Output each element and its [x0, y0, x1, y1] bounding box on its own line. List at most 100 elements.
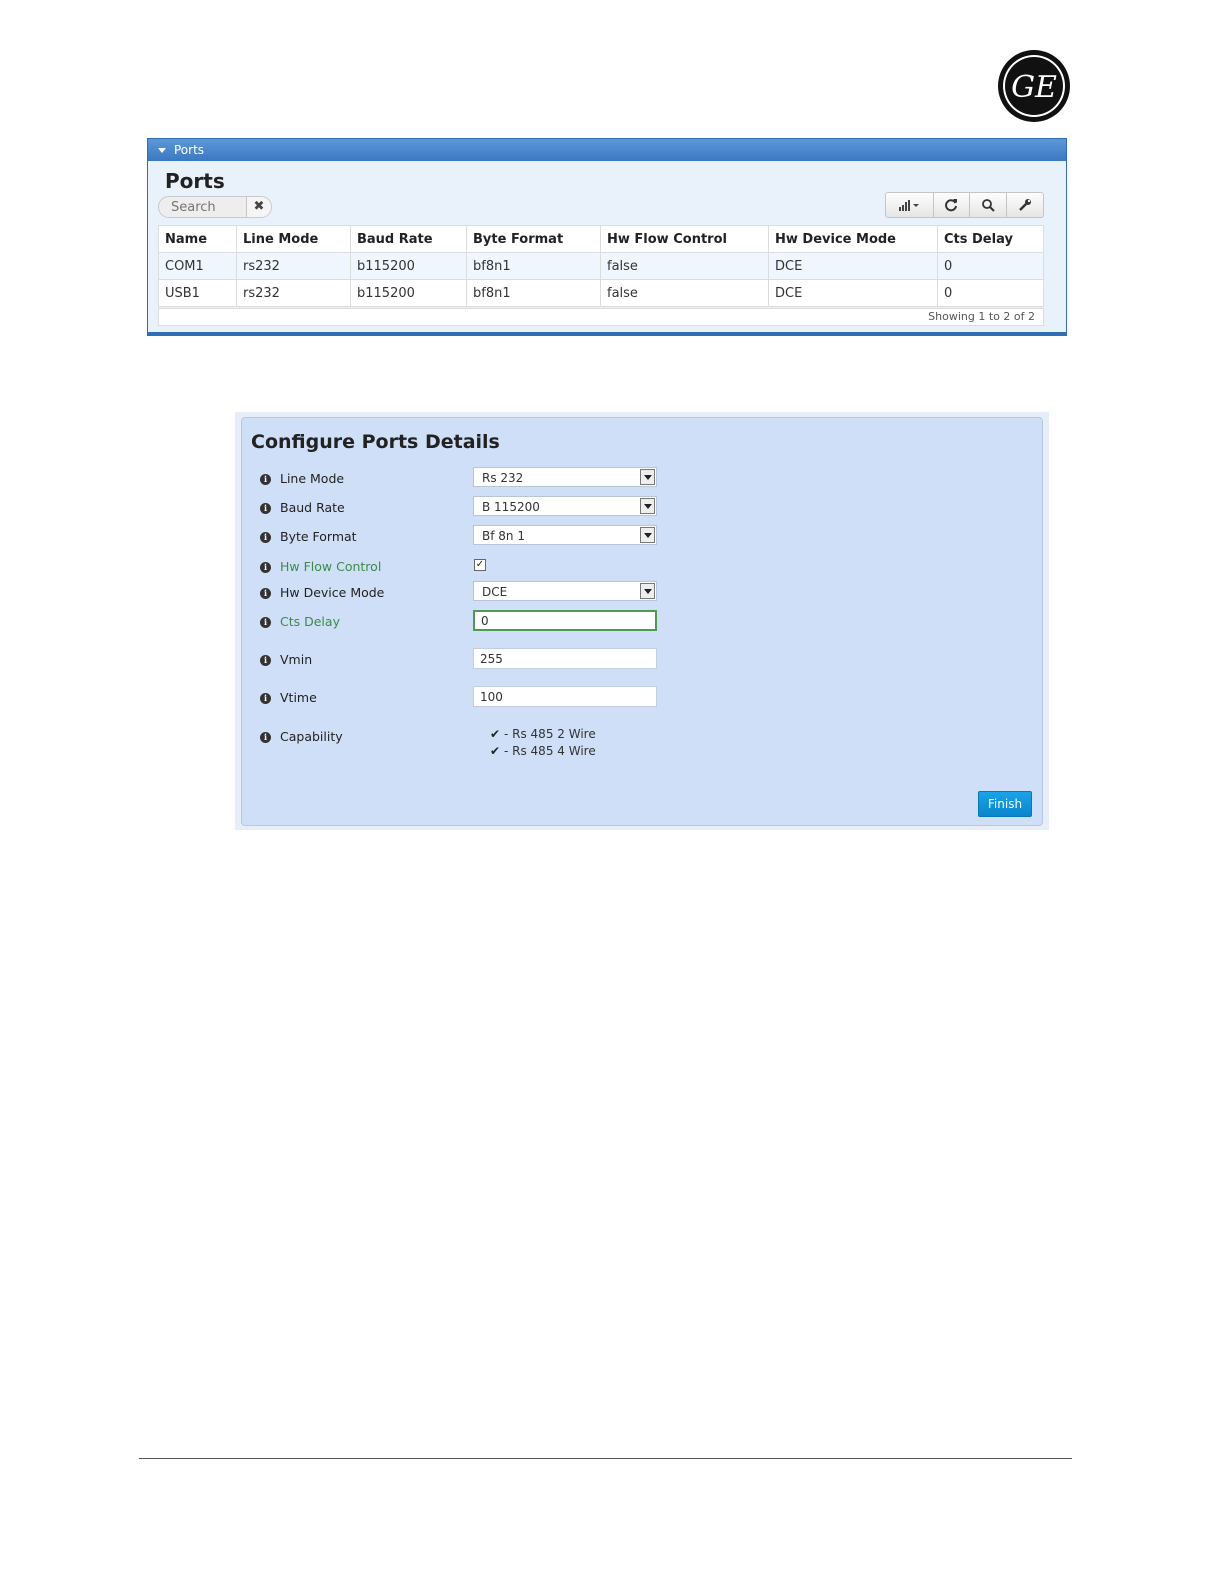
ge-logo-text: GE: [1011, 70, 1057, 105]
info-icon[interactable]: i: [260, 532, 271, 543]
dropdown-arrow-icon[interactable]: [640, 498, 655, 514]
field-label: Baud Rate: [280, 500, 345, 515]
table-cell: 0: [937, 252, 1044, 280]
dropdown-arrow-icon[interactable]: [640, 527, 655, 543]
field-byte-format: i Byte Format Bf 8n 1: [242, 525, 1042, 556]
column-header[interactable]: Line Mode: [236, 225, 351, 253]
field-label: Capability: [280, 729, 343, 744]
configure-ports-container: Configure Ports Details i Line Mode Rs 2…: [235, 412, 1049, 830]
table-cell: b115200: [350, 252, 467, 280]
table-row[interactable]: COM1 rs232 b115200 bf8n1 false DCE 0: [158, 252, 1044, 280]
field-label: Hw Device Mode: [280, 585, 385, 600]
ports-panel-header[interactable]: Ports: [148, 139, 1066, 161]
field-label: Line Mode: [280, 471, 345, 486]
table-toolbar: [885, 192, 1044, 218]
field-hw-device-mode: i Hw Device Mode DCE: [242, 581, 1042, 612]
table-cell: false: [600, 279, 769, 307]
column-header[interactable]: Hw Device Mode: [768, 225, 938, 253]
refresh-button[interactable]: [934, 193, 971, 217]
select-value: Rs 232: [482, 471, 524, 485]
settings-button[interactable]: [1007, 193, 1043, 217]
table-cell: USB1: [158, 279, 237, 307]
list-item: ✔ - Rs 485 4 Wire: [490, 743, 596, 760]
search-icon: [982, 199, 995, 212]
info-icon[interactable]: i: [260, 655, 271, 666]
dropdown-arrow-icon[interactable]: [640, 583, 655, 599]
info-icon[interactable]: i: [260, 588, 271, 599]
table-row[interactable]: USB1 rs232 b115200 bf8n1 false DCE 0: [158, 279, 1044, 307]
byte-format-select[interactable]: Bf 8n 1: [473, 525, 657, 545]
table-cell: bf8n1: [466, 252, 601, 280]
table-cell: bf8n1: [466, 279, 601, 307]
field-vmin: i Vmin: [242, 648, 1042, 679]
dropdown-arrow-icon[interactable]: [640, 469, 655, 485]
footer-divider: [139, 1458, 1072, 1459]
table-cell: rs232: [236, 252, 351, 280]
column-header[interactable]: Hw Flow Control: [600, 225, 769, 253]
ports-panel: Ports Ports ✖: [147, 138, 1067, 336]
field-label: Cts Delay: [280, 614, 340, 629]
column-header[interactable]: Byte Format: [466, 225, 601, 253]
info-icon[interactable]: i: [260, 617, 271, 628]
hw-flow-control-checkbox[interactable]: ✓: [474, 559, 486, 571]
info-icon[interactable]: i: [260, 732, 271, 743]
list-item: ✔ - Rs 485 2 Wire: [490, 726, 596, 743]
field-capability: i Capability ✔ - Rs 485 2 Wire ✔ - Rs 485 …: [242, 727, 1042, 758]
cts-delay-input[interactable]: [473, 610, 657, 631]
capability-list: ✔ - Rs 485 2 Wire ✔ - Rs 485 4 Wire: [490, 726, 596, 760]
columns-menu-button[interactable]: [886, 193, 934, 217]
vmin-input[interactable]: [473, 648, 657, 669]
panel-bottom-border: [147, 332, 1067, 336]
field-vtime: i Vtime: [242, 686, 1042, 717]
table-cell: DCE: [768, 252, 938, 280]
vtime-input[interactable]: [473, 686, 657, 707]
select-value: Bf 8n 1: [482, 529, 525, 543]
page-title: Ports: [165, 169, 225, 193]
select-value: B 115200: [482, 500, 540, 514]
table-cell: rs232: [236, 279, 351, 307]
refresh-icon: [945, 199, 958, 212]
field-cts-delay: i Cts Delay: [242, 610, 1042, 641]
capability-label: - Rs 485 4 Wire: [504, 744, 596, 758]
info-icon[interactable]: i: [260, 562, 271, 573]
field-label: Byte Format: [280, 529, 357, 544]
field-baud-rate: i Baud Rate B 115200: [242, 496, 1042, 527]
table-cell: COM1: [158, 252, 237, 280]
table-header-row: Name Line Mode Baud Rate Byte Format Hw …: [158, 225, 1044, 253]
field-label: Vmin: [280, 652, 313, 667]
field-label: Vtime: [280, 690, 317, 705]
table-cell: false: [600, 252, 769, 280]
pagination-info: Showing 1 to 2 of 2: [158, 308, 1044, 326]
configure-ports-form: Configure Ports Details i Line Mode Rs 2…: [241, 417, 1043, 826]
table-cell: DCE: [768, 279, 938, 307]
baud-rate-select[interactable]: B 115200: [473, 496, 657, 516]
select-value: DCE: [482, 585, 508, 599]
ge-logo: GE: [998, 50, 1070, 122]
info-icon[interactable]: i: [260, 503, 271, 514]
search-button[interactable]: [970, 193, 1008, 217]
clear-search-icon[interactable]: ✖: [246, 197, 271, 217]
field-line-mode: i Line Mode Rs 232: [242, 467, 1042, 498]
checkmark-icon: ✔: [490, 744, 501, 758]
search-box: ✖: [158, 196, 272, 218]
table-cell: b115200: [350, 279, 467, 307]
field-label: Hw Flow Control: [280, 559, 382, 574]
ports-header-label: Ports: [174, 143, 205, 157]
wrench-icon: [1019, 199, 1032, 211]
search-input[interactable]: [159, 197, 247, 217]
capability-label: - Rs 485 2 Wire: [504, 727, 596, 741]
column-header[interactable]: Cts Delay: [937, 225, 1044, 253]
column-header[interactable]: Name: [158, 225, 237, 253]
finish-button[interactable]: Finish: [978, 791, 1032, 817]
ports-table: Name Line Mode Baud Rate Byte Format Hw …: [158, 225, 1044, 307]
info-icon[interactable]: i: [260, 693, 271, 704]
line-mode-select[interactable]: Rs 232: [473, 467, 657, 487]
form-title: Configure Ports Details: [251, 431, 500, 453]
collapse-triangle-icon[interactable]: [158, 148, 166, 153]
columns-menu-icon: [899, 200, 920, 211]
checkmark-icon: ✔: [490, 727, 501, 741]
hw-device-mode-select[interactable]: DCE: [473, 581, 657, 601]
table-cell: 0: [937, 279, 1044, 307]
info-icon[interactable]: i: [260, 474, 271, 485]
column-header[interactable]: Baud Rate: [350, 225, 467, 253]
